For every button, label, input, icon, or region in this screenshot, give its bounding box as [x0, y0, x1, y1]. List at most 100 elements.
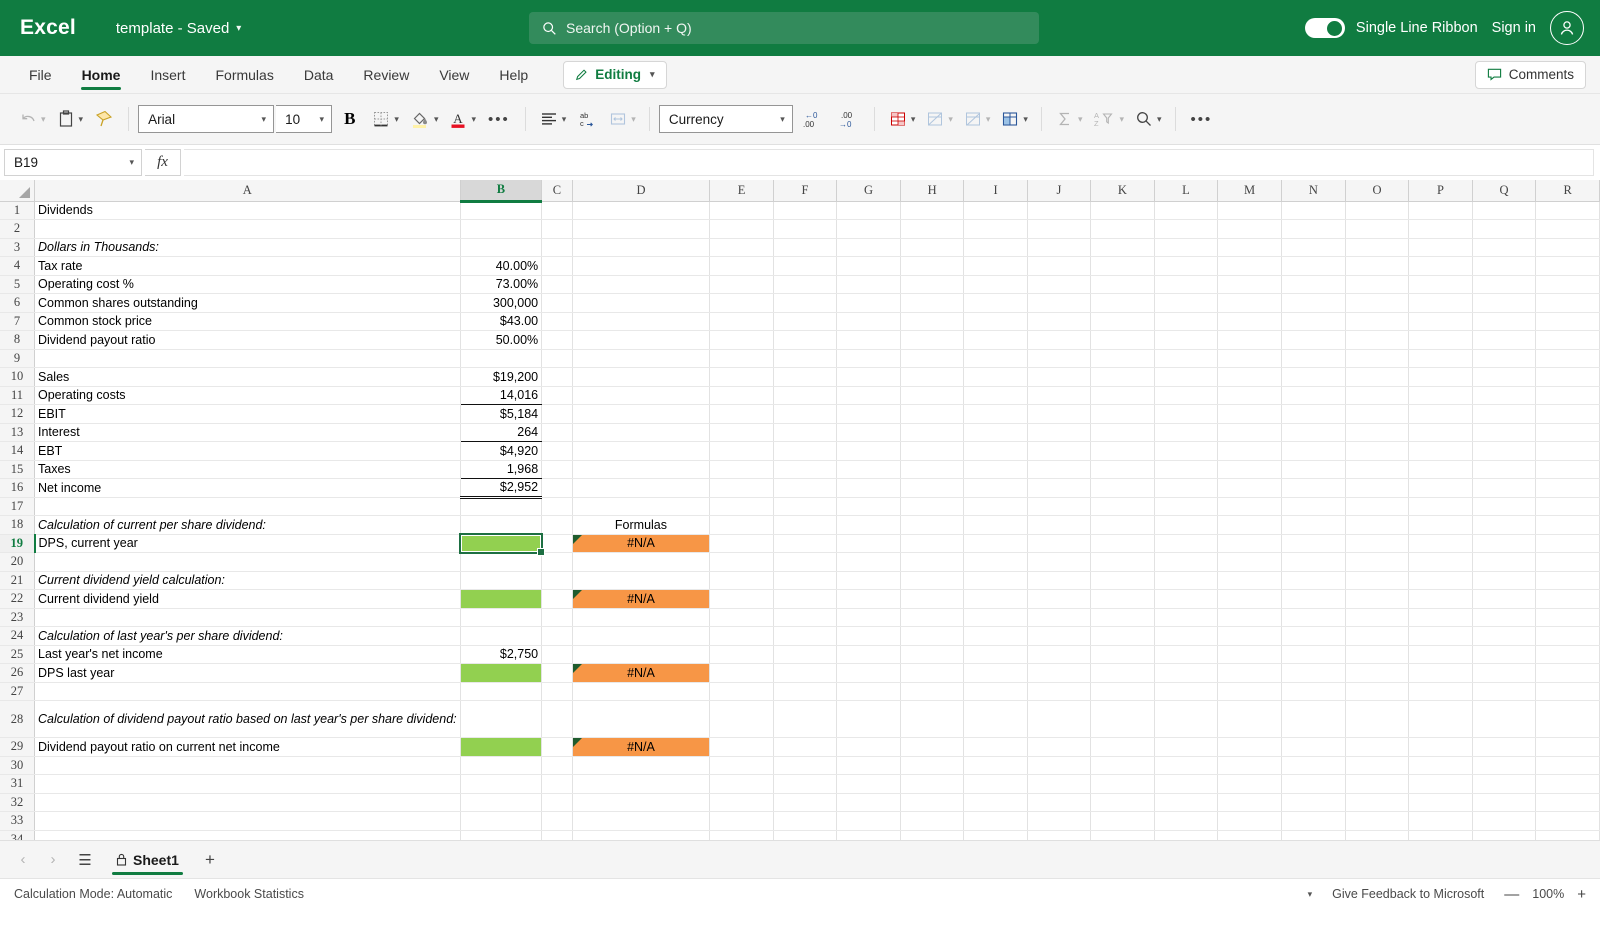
cell-N23[interactable]	[1281, 608, 1346, 627]
cell-M1[interactable]	[1217, 201, 1283, 220]
comments-button[interactable]: Comments	[1474, 60, 1586, 89]
column-header-e[interactable]: E	[709, 180, 774, 202]
cell-K25[interactable]	[1090, 645, 1155, 664]
cell-H6[interactable]	[900, 293, 965, 313]
cell-I23[interactable]	[963, 608, 1028, 627]
row-header-19[interactable]: 19	[0, 534, 36, 553]
cell-Q30[interactable]	[1472, 756, 1537, 775]
cell-A6[interactable]: Common shares outstanding	[34, 293, 461, 313]
cell-O4[interactable]	[1345, 256, 1410, 276]
alignment-button[interactable]: ▾	[535, 103, 571, 135]
cell-B29[interactable]	[460, 737, 543, 757]
cell-J12[interactable]	[1027, 404, 1092, 424]
cell-Q18[interactable]	[1472, 515, 1537, 535]
cell-L13[interactable]	[1154, 423, 1219, 442]
cell-H5[interactable]	[900, 275, 965, 294]
cell-F7[interactable]	[773, 312, 838, 331]
cell-J4[interactable]	[1027, 256, 1092, 276]
cell-H22[interactable]	[900, 589, 965, 609]
zoom-level-label[interactable]: 100%	[1532, 887, 1564, 901]
cell-C17[interactable]	[541, 497, 573, 516]
select-all-corner[interactable]	[0, 180, 35, 202]
cell-C20[interactable]	[541, 552, 573, 572]
cell-I11[interactable]	[963, 386, 1028, 405]
cell-R31[interactable]	[1535, 774, 1600, 794]
cell-I6[interactable]	[963, 293, 1028, 313]
cell-L25[interactable]	[1154, 645, 1219, 664]
cell-L34[interactable]	[1154, 830, 1219, 840]
cell-D32[interactable]	[572, 793, 711, 812]
cell-B7[interactable]: $43.00	[460, 312, 543, 331]
cell-G21[interactable]	[836, 571, 901, 590]
cell-I26[interactable]	[963, 663, 1028, 683]
cell-N13[interactable]	[1281, 423, 1346, 442]
cell-Q11[interactable]	[1472, 386, 1537, 405]
row-header-25[interactable]: 25	[0, 645, 35, 664]
cell-O14[interactable]	[1345, 441, 1410, 461]
cell-M28[interactable]	[1217, 700, 1283, 738]
cell-R3[interactable]	[1535, 238, 1600, 257]
cell-G6[interactable]	[836, 293, 901, 313]
cell-F4[interactable]	[773, 256, 838, 276]
cell-E34[interactable]	[709, 830, 774, 840]
cell-A1[interactable]: Dividends	[34, 201, 461, 220]
column-header-b[interactable]: B	[460, 180, 543, 203]
cell-L31[interactable]	[1154, 774, 1219, 794]
cell-L26[interactable]	[1154, 663, 1219, 683]
cell-L17[interactable]	[1154, 497, 1219, 516]
cell-L33[interactable]	[1154, 811, 1219, 831]
cell-Q21[interactable]	[1472, 571, 1537, 590]
cell-C14[interactable]	[541, 441, 573, 461]
cell-A14[interactable]: EBT	[34, 441, 461, 461]
cell-F21[interactable]	[773, 571, 838, 590]
sign-in-button[interactable]: Sign in	[1492, 20, 1536, 36]
cell-J22[interactable]	[1027, 589, 1092, 609]
row-header-22[interactable]: 22	[0, 589, 35, 609]
cell-E18[interactable]	[709, 515, 774, 535]
cell-A10[interactable]: Sales	[34, 367, 461, 387]
cell-C8[interactable]	[541, 330, 573, 350]
cell-P12[interactable]	[1408, 404, 1473, 424]
cell-K13[interactable]	[1090, 423, 1155, 442]
cell-N30[interactable]	[1281, 756, 1346, 775]
cell-P3[interactable]	[1408, 238, 1473, 257]
calculation-mode-label[interactable]: Calculation Mode: Automatic	[14, 887, 172, 901]
cell-L18[interactable]	[1154, 515, 1219, 535]
cell-L21[interactable]	[1154, 571, 1219, 590]
cell-C3[interactable]	[541, 238, 573, 257]
cell-A27[interactable]	[34, 682, 461, 701]
cell-B20[interactable]	[460, 552, 543, 572]
cell-I13[interactable]	[963, 423, 1028, 442]
cell-N12[interactable]	[1281, 404, 1346, 424]
cell-P29[interactable]	[1408, 737, 1473, 757]
cell-J24[interactable]	[1027, 626, 1092, 646]
cell-P26[interactable]	[1408, 663, 1473, 683]
insert-function-button[interactable]: fx	[145, 149, 181, 176]
font-name-select[interactable]: Arial ▾	[138, 105, 275, 133]
cell-D19[interactable]: #N/A	[572, 534, 711, 553]
cell-L12[interactable]	[1154, 404, 1219, 424]
cell-L23[interactable]	[1154, 608, 1219, 627]
cell-B34[interactable]	[460, 830, 543, 840]
cell-N26[interactable]	[1281, 663, 1346, 683]
cell-C30[interactable]	[541, 756, 573, 775]
cell-G18[interactable]	[836, 515, 901, 535]
cell-G13[interactable]	[836, 423, 901, 442]
cell-B10[interactable]: $19,200	[460, 367, 543, 387]
cell-I30[interactable]	[963, 756, 1028, 775]
cell-N32[interactable]	[1281, 793, 1346, 812]
row-header-33[interactable]: 33	[0, 811, 35, 831]
cell-C31[interactable]	[541, 774, 573, 794]
cell-P10[interactable]	[1408, 367, 1473, 387]
cell-A31[interactable]	[34, 774, 461, 794]
cell-I12[interactable]	[963, 404, 1028, 424]
cell-P13[interactable]	[1408, 423, 1473, 442]
cell-F29[interactable]	[773, 737, 838, 757]
cell-J16[interactable]	[1027, 478, 1092, 498]
cell-L32[interactable]	[1154, 793, 1219, 812]
row-header-13[interactable]: 13	[0, 423, 35, 442]
column-header-p[interactable]: P	[1408, 180, 1473, 202]
row-header-29[interactable]: 29	[0, 737, 35, 757]
cell-N8[interactable]	[1281, 330, 1346, 350]
cell-Q25[interactable]	[1472, 645, 1537, 664]
